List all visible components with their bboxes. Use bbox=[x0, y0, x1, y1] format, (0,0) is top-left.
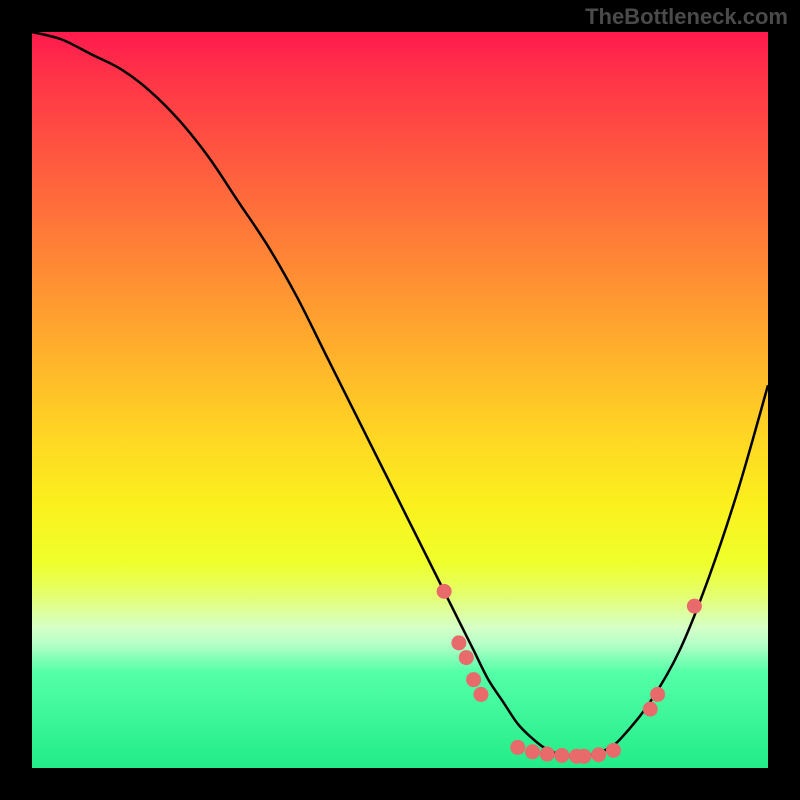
data-point bbox=[510, 740, 525, 755]
watermark-text: TheBottleneck.com bbox=[585, 4, 788, 30]
data-point bbox=[687, 599, 702, 614]
data-point bbox=[525, 744, 540, 759]
data-point bbox=[437, 584, 452, 599]
data-points-group bbox=[437, 584, 702, 764]
data-point bbox=[577, 749, 592, 764]
data-point bbox=[650, 687, 665, 702]
bottleneck-curve-line bbox=[32, 32, 768, 757]
chart-plot-area bbox=[32, 32, 768, 768]
data-point bbox=[451, 635, 466, 650]
data-point bbox=[606, 743, 621, 758]
data-point bbox=[459, 650, 474, 665]
data-point bbox=[466, 672, 481, 687]
data-point bbox=[473, 687, 488, 702]
data-point bbox=[591, 747, 606, 762]
data-point bbox=[554, 748, 569, 763]
data-point bbox=[643, 702, 658, 717]
chart-svg bbox=[32, 32, 768, 768]
data-point bbox=[540, 747, 555, 762]
